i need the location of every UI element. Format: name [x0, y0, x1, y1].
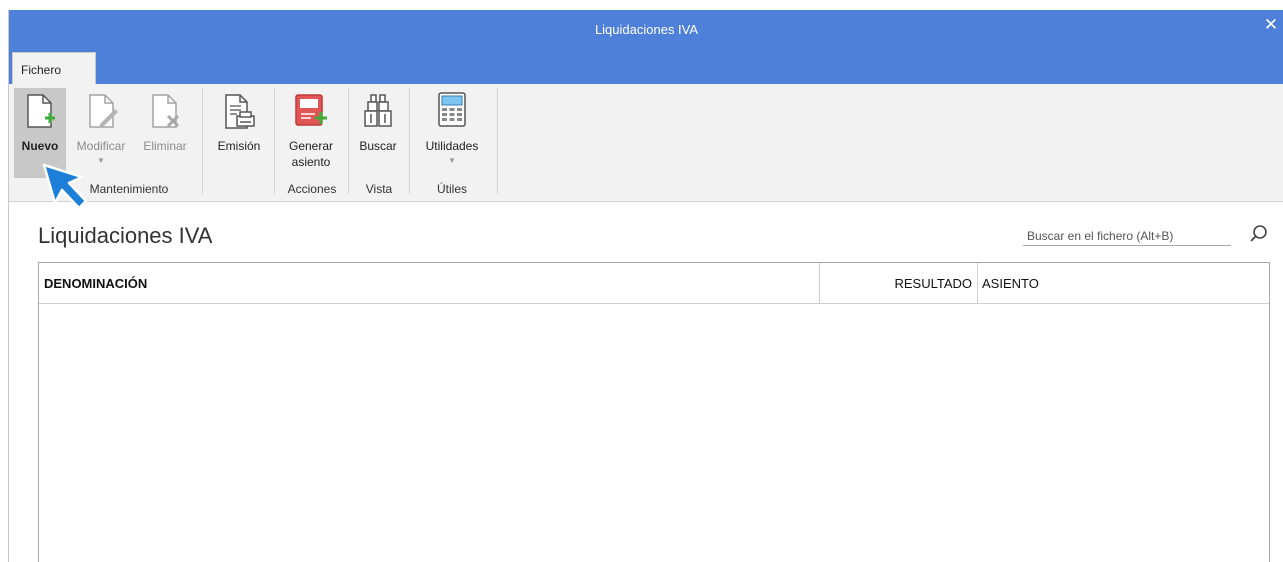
- title-bar: Liquidaciones IVA ✕: [9, 10, 1283, 52]
- group-label-vista: Vista: [365, 182, 393, 196]
- table-body[interactable]: [39, 304, 1269, 562]
- generar-label-line1: Generar: [288, 139, 334, 153]
- column-header-denominacion[interactable]: DENOMINACIÓN: [39, 263, 820, 303]
- emision-label: Emisión: [217, 139, 261, 153]
- search-input[interactable]: [1023, 220, 1231, 246]
- ribbon-tab-strip: Fichero: [9, 52, 1283, 84]
- new-document-icon: [27, 94, 55, 128]
- eliminar-label: Eliminar: [143, 139, 187, 153]
- column-header-asiento[interactable]: ASIENTO: [978, 263, 1269, 303]
- ribbon-separator: [202, 88, 203, 194]
- ribbon-separator: [274, 88, 275, 194]
- window-title: Liquidaciones IVA: [594, 22, 699, 37]
- generate-entry-icon: [295, 94, 327, 126]
- close-button[interactable]: ✕: [1260, 14, 1282, 36]
- page-title: Liquidaciones IVA: [38, 223, 213, 248]
- utilidades-dropdown-icon: ▼: [448, 156, 456, 165]
- delete-document-icon: [152, 94, 180, 128]
- search-box: [1023, 220, 1271, 248]
- liquidaciones-table: DENOMINACIÓN RESULTADO ASIENTO: [38, 262, 1270, 562]
- generar-label-line2: asiento: [291, 155, 331, 169]
- modificar-label: Modificar: [76, 139, 126, 153]
- edit-document-icon: [89, 94, 118, 128]
- buscar-button[interactable]: Buscar: [352, 88, 404, 178]
- buscar-label: Buscar: [359, 139, 397, 153]
- calculator-icon: [438, 92, 466, 127]
- pointer-arrow-icon: [42, 163, 88, 210]
- nuevo-label: Nuevo: [21, 139, 59, 153]
- ribbon-separator: [409, 88, 410, 194]
- print-document-icon: [225, 94, 255, 129]
- column-header-resultado[interactable]: RESULTADO: [820, 263, 978, 303]
- group-label-utiles: Útiles: [436, 182, 467, 196]
- utilidades-button[interactable]: Utilidades ▼: [413, 88, 491, 178]
- generar-asiento-button[interactable]: Generar asiento: [279, 88, 343, 178]
- group-label-acciones: Acciones: [287, 182, 337, 196]
- binoculars-icon: [364, 94, 392, 127]
- emision-button[interactable]: Emisión: [209, 88, 269, 178]
- ribbon-separator: [348, 88, 349, 194]
- search-icon[interactable]: [1249, 224, 1269, 244]
- app-window: Liquidaciones IVA ✕ Fichero Nuevo Modifi…: [8, 10, 1283, 562]
- ribbon: Nuevo Modificar ▼ Eliminar Emisión Gener…: [9, 84, 1283, 202]
- table-header: DENOMINACIÓN RESULTADO ASIENTO: [39, 263, 1269, 304]
- ribbon-separator: [497, 88, 498, 194]
- tab-fichero[interactable]: Fichero: [12, 52, 96, 84]
- utilidades-label: Utilidades: [425, 139, 479, 153]
- eliminar-button[interactable]: Eliminar: [135, 88, 195, 178]
